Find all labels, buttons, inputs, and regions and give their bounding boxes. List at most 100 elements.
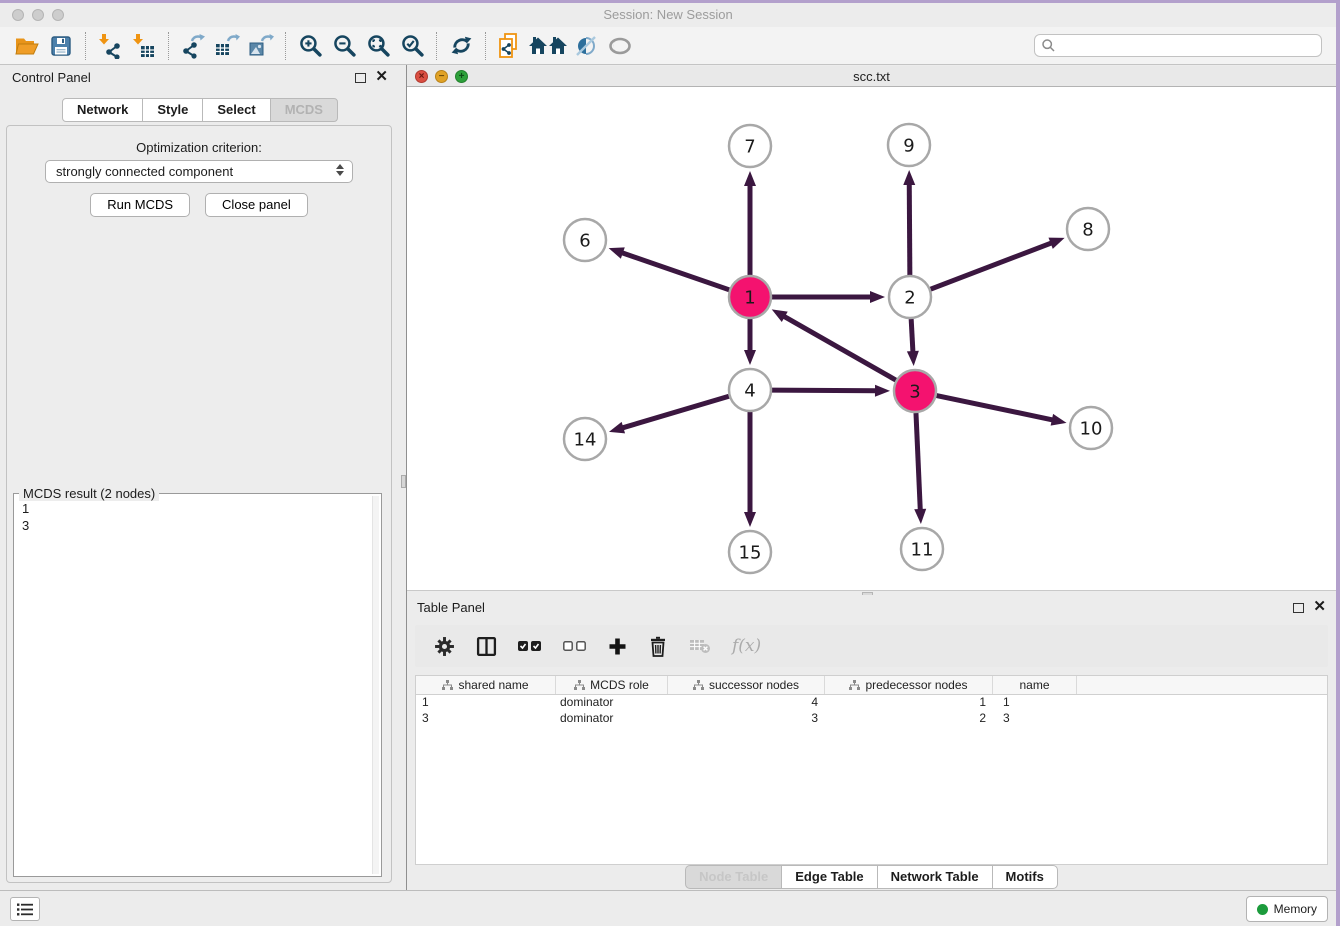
graph-edge-2-3[interactable] <box>907 319 919 366</box>
close-table-panel-icon[interactable]: ✕ <box>1313 599 1326 615</box>
graph-edge-1-7[interactable] <box>744 171 756 275</box>
column-header-successor-nodes[interactable]: successor nodes <box>668 676 825 694</box>
graph-edge-3-1[interactable] <box>772 309 896 380</box>
memory-label: Memory <box>1274 902 1317 916</box>
mcds-result-box: MCDS result (2 nodes) 1 3 <box>13 493 382 877</box>
svg-text:1: 1 <box>744 287 755 308</box>
search-input[interactable] <box>1056 35 1321 56</box>
graph-node-4[interactable]: 4 <box>729 369 771 411</box>
main-titlebar[interactable]: Session: New Session <box>0 3 1336 27</box>
graph-edge-4-3[interactable] <box>772 385 890 397</box>
mcds-result-item[interactable]: 3 <box>22 517 371 534</box>
export-image-icon[interactable] <box>244 31 278 61</box>
delete-column-icon[interactable] <box>648 636 668 657</box>
table-row[interactable]: 3 dominator 3 2 3 <box>416 711 1327 727</box>
graph-node-7[interactable]: 7 <box>729 125 771 167</box>
network-window-titlebar[interactable]: × − + scc.txt <box>407 66 1336 87</box>
memory-button[interactable]: Memory <box>1246 896 1328 922</box>
tab-network[interactable]: Network <box>62 98 143 122</box>
tab-mcds[interactable]: MCDS <box>270 98 338 122</box>
namespace-icon <box>574 680 585 691</box>
graph-node-9[interactable]: 9 <box>888 124 930 166</box>
mcds-result-item[interactable]: 1 <box>22 500 371 517</box>
tab-style[interactable]: Style <box>142 98 203 122</box>
application-window: Session: New Session <box>0 3 1336 926</box>
svg-text:3: 3 <box>909 381 920 402</box>
window-title: Session: New Session <box>0 7 1336 22</box>
column-header-name[interactable]: name <box>993 676 1077 694</box>
function-builder-icon[interactable]: f(x) <box>732 636 761 656</box>
memory-status-icon <box>1257 904 1268 915</box>
zoom-in-icon[interactable] <box>293 31 327 61</box>
add-column-icon[interactable] <box>608 637 627 656</box>
vertical-splitter[interactable] <box>400 65 407 890</box>
import-network-icon[interactable] <box>93 31 127 61</box>
mcds-result-title: MCDS result (2 nodes) <box>19 486 159 501</box>
graph-node-2[interactable]: 2 <box>889 276 931 318</box>
graph-edge-1-2[interactable] <box>772 291 885 303</box>
tab-motifs[interactable]: Motifs <box>992 865 1058 889</box>
network-canvas[interactable]: 7 9 6 8 1 2 4 3 14 10 15 11 <box>407 87 1336 588</box>
mcds-list-scrollbar[interactable] <box>372 496 379 874</box>
graph-node-8[interactable]: 8 <box>1067 208 1109 250</box>
graph-edge-1-4[interactable] <box>744 319 756 365</box>
export-network-icon[interactable] <box>176 31 210 61</box>
graph-edge-3-11[interactable] <box>914 413 926 524</box>
graph-node-3[interactable]: 3 <box>894 370 936 412</box>
network-window-title: scc.txt <box>407 69 1336 84</box>
zoom-fit-icon[interactable] <box>361 31 395 61</box>
graph-edge-4-14[interactable] <box>609 396 729 433</box>
graph-edge-3-10[interactable] <box>937 396 1067 426</box>
zoom-selected-icon[interactable] <box>395 31 429 61</box>
control-panel-title: Control Panel <box>12 70 91 85</box>
column-header-shared-name[interactable]: shared name <box>416 676 556 694</box>
table-row[interactable]: 1 dominator 4 1 1 <box>416 695 1327 711</box>
tab-select[interactable]: Select <box>202 98 270 122</box>
run-mcds-button[interactable]: Run MCDS <box>90 193 190 217</box>
clone-network-icon[interactable] <box>493 31 527 61</box>
criterion-select[interactable]: strongly connected component <box>45 160 353 183</box>
reset-views-icon[interactable] <box>527 31 569 61</box>
graph-node-6[interactable]: 6 <box>564 219 606 261</box>
tab-network-table[interactable]: Network Table <box>877 865 993 889</box>
column-chooser-icon[interactable] <box>476 636 497 657</box>
column-header-mcds-role[interactable]: MCDS role <box>556 676 668 694</box>
graph-edge-2-8[interactable] <box>931 238 1065 289</box>
open-session-icon[interactable] <box>10 31 44 61</box>
float-panel-icon[interactable] <box>355 73 366 83</box>
graphics-details-icon[interactable] <box>569 31 603 61</box>
delete-table-icon[interactable] <box>689 638 711 654</box>
close-panel-button[interactable]: Close panel <box>205 193 308 217</box>
splitter-grip[interactable] <box>401 475 406 488</box>
graph-node-14[interactable]: 14 <box>564 418 606 460</box>
float-table-panel-icon[interactable] <box>1293 603 1304 613</box>
namespace-icon <box>442 680 453 691</box>
graph-edge-2-9[interactable] <box>903 170 915 275</box>
column-header-predecessor-nodes[interactable]: predecessor nodes <box>825 676 993 694</box>
graph-node-1[interactable]: 1 <box>729 276 771 318</box>
zoom-out-icon[interactable] <box>327 31 361 61</box>
control-panel-tabs: Network Style Select MCDS <box>0 98 400 122</box>
deselect-all-icon[interactable] <box>563 640 587 652</box>
task-history-button[interactable] <box>10 897 40 921</box>
birdseye-view-icon[interactable] <box>603 31 637 61</box>
tab-node-table[interactable]: Node Table <box>685 865 782 889</box>
settings-gear-icon[interactable] <box>434 636 455 657</box>
graph-edge-4-15[interactable] <box>744 412 756 527</box>
mcds-panel-body: Optimization criterion: strongly connect… <box>6 125 392 883</box>
graph-node-10[interactable]: 10 <box>1070 407 1112 449</box>
tab-edge-table[interactable]: Edge Table <box>781 865 877 889</box>
graph-node-15[interactable]: 15 <box>729 531 771 573</box>
node-table-header: shared name MCDS role successor nodes pr… <box>416 676 1327 695</box>
select-all-icon[interactable] <box>518 640 542 652</box>
svg-text:7: 7 <box>744 136 755 157</box>
graph-node-11[interactable]: 11 <box>901 528 943 570</box>
refresh-icon[interactable] <box>444 31 478 61</box>
close-panel-icon[interactable]: ✕ <box>375 69 388 85</box>
save-session-icon[interactable] <box>44 31 78 61</box>
control-panel: Control Panel ✕ Network Style Select MCD… <box>0 65 400 890</box>
search-field[interactable] <box>1034 34 1322 57</box>
import-table-icon[interactable] <box>127 31 161 61</box>
export-table-icon[interactable] <box>210 31 244 61</box>
graph-edge-1-6[interactable] <box>609 247 730 289</box>
